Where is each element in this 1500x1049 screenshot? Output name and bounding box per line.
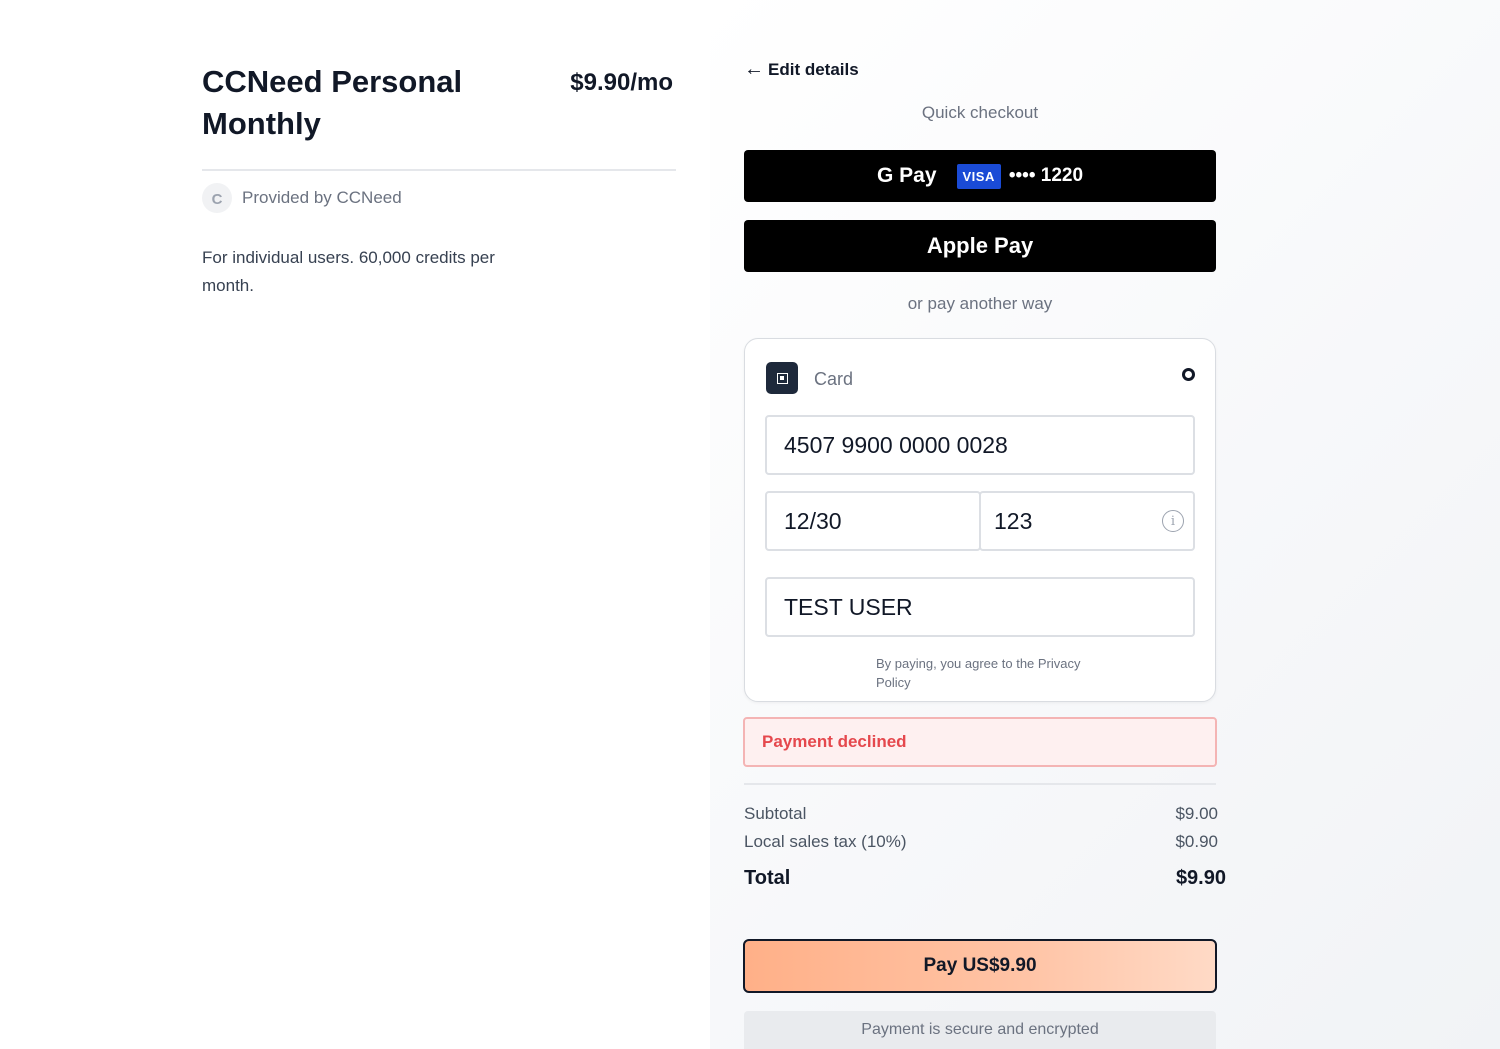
provider: C Provided by CCNeed [202,183,402,213]
privacy-policy-note: By paying, you agree to the Privacy Poli… [876,656,1081,690]
product-title: CCNeed Personal Monthly [202,64,463,141]
subtotal-row: Subtotal $9.00 [744,804,1218,824]
visa-icon: VISA [956,163,1001,189]
tax-label: Local sales tax (10%) [744,832,907,851]
edit-details-link[interactable]: ← Edit details [744,58,859,81]
expiry-input[interactable]: 12/30 [765,491,981,551]
card-number-input[interactable]: 4507 9900 0000 0028 [765,415,1195,475]
saved-card-last4: •••• 1220 [1008,165,1084,186]
tax-value: $0.90 [1175,832,1218,851]
expiry-value: 12/30 [784,507,842,534]
cardholder-name-input[interactable]: TEST USER [765,577,1195,637]
provider-avatar: C [202,183,232,213]
card-payment-panel: Card 4507 9900 0000 0028 12/30 123 i TES… [744,338,1216,702]
cardholder-name-value: TEST USER [784,593,913,620]
product-panel: CCNeed Personal Monthly $9.90/mo C Provi… [0,0,710,1049]
apple-pay-button[interactable]: Apple Pay [744,220,1216,272]
total-value: $9.90 [1175,867,1226,889]
pay-button-label: Pay US$9.90 [923,955,1037,976]
secure-note-text: Payment is secure and encrypted [861,1021,1099,1038]
cvc-input[interactable]: 123 i [979,491,1195,551]
cvc-value: 123 [994,507,1033,534]
google-pay-button[interactable]: G Pay VISA •••• 1220 [744,150,1216,202]
total-label: Total [744,867,791,889]
or-pay-another-way: or pay another way [907,294,1053,313]
back-arrow-icon: ← [744,58,764,80]
divider [202,169,676,171]
pay-button[interactable]: Pay US$9.90 [743,939,1217,993]
summary-divider [744,783,1216,785]
quick-checkout-heading: Quick checkout [921,103,1039,122]
total-row: Total $9.90 [744,867,1226,890]
card-radio-button[interactable] [1182,368,1195,381]
product-price: $9.90/mo [570,69,673,96]
info-icon[interactable]: i [1162,510,1184,532]
edit-details-label: Edit details [768,59,859,79]
card-method-label: Card [814,369,854,389]
subtotal-value: $9.00 [1175,804,1218,823]
card-icon [766,362,798,394]
payment-error-alert: Payment declined [743,717,1217,767]
secure-payment-note: Payment is secure and encrypted [744,1011,1216,1049]
google-pay-label: G Pay [876,164,937,187]
product-description: For individual users. 60,000 credits per… [202,248,495,295]
tax-row: Local sales tax (10%) $0.90 [744,832,1218,852]
provider-text: Provided by CCNeed [242,188,402,207]
apple-pay-label: Apple Pay [926,233,1034,258]
card-number-value: 4507 9900 0000 0028 [784,431,1008,458]
subtotal-label: Subtotal [744,804,807,823]
error-message: Payment declined [762,732,907,751]
